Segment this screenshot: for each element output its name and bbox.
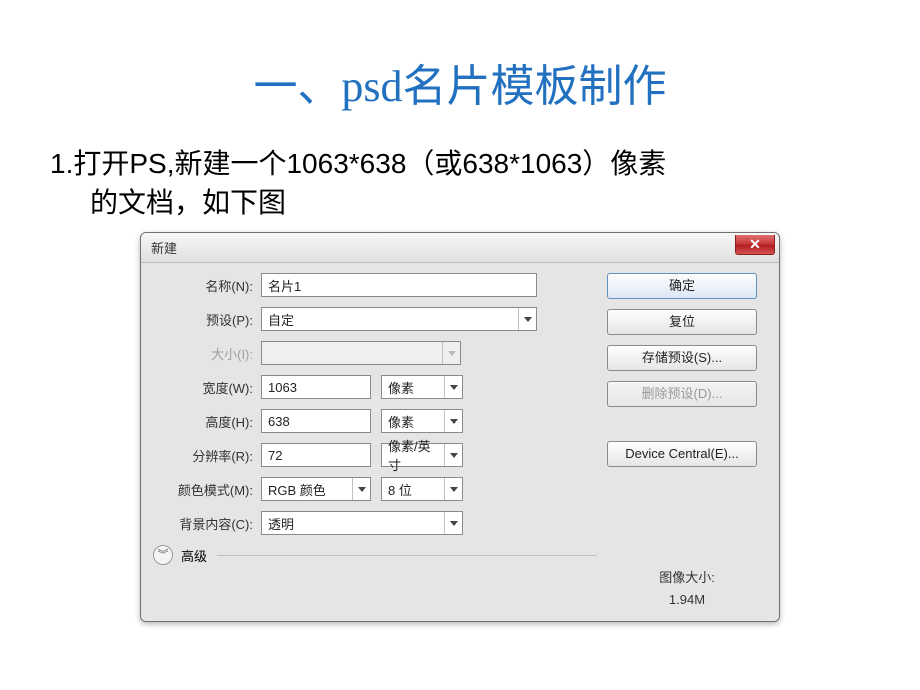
device-central-button[interactable]: Device Central(E)...	[607, 441, 757, 467]
row-color-mode: 颜色模式(M): RGB 颜色 8 位	[153, 477, 597, 501]
chevron-down-icon	[444, 410, 462, 432]
row-advanced: ︾ 高级	[153, 545, 597, 565]
ok-button[interactable]: 确定	[607, 273, 757, 299]
chevron-down-icon	[518, 308, 536, 330]
form-left-column: 名称(N): 预设(P): 自定 大小(I): 宽度(W):	[153, 273, 597, 607]
row-width: 宽度(W): 像素	[153, 375, 597, 399]
divider	[217, 555, 597, 556]
preset-value: 自定	[262, 310, 518, 329]
label-color-mode: 颜色模式(M):	[153, 480, 259, 499]
resolution-unit-value: 像素/英寸	[382, 436, 444, 474]
row-height: 高度(H): 像素	[153, 409, 597, 433]
label-size: 大小(I):	[153, 344, 259, 363]
image-size-label: 图像大小:	[607, 567, 767, 586]
button-column: 确定 复位 存储预设(S)... 删除预设(D)... Device Centr…	[607, 273, 767, 607]
slide-body-line1: 1.打开PS,新建一个1063*638（或638*1063）像素	[50, 148, 666, 179]
advanced-toggle[interactable]: ︾	[153, 545, 173, 565]
label-preset: 预设(P):	[153, 310, 259, 329]
height-unit-value: 像素	[382, 412, 444, 431]
chevron-down-icon	[352, 478, 370, 500]
slide-body: 1.打开PS,新建一个1063*638（或638*1063）像素 的文档，如下图	[0, 114, 920, 232]
chevron-down-icon	[444, 444, 462, 466]
resolution-unit-select[interactable]: 像素/英寸	[381, 443, 463, 467]
dialog-body: 名称(N): 预设(P): 自定 大小(I): 宽度(W):	[141, 263, 779, 621]
image-size-block: 图像大小: 1.94M	[607, 567, 767, 607]
new-document-dialog: 新建 ✕ 名称(N): 预设(P): 自定 大小(I):	[140, 232, 780, 622]
bit-depth-select[interactable]: 8 位	[381, 477, 463, 501]
width-input[interactable]	[261, 375, 371, 399]
chevron-down-icon	[444, 376, 462, 398]
height-unit-select[interactable]: 像素	[381, 409, 463, 433]
chevron-down-icon	[442, 342, 460, 364]
image-size-value: 1.94M	[607, 592, 767, 607]
row-size: 大小(I):	[153, 341, 597, 365]
row-resolution: 分辨率(R): 像素/英寸	[153, 443, 597, 467]
preset-select[interactable]: 自定	[261, 307, 537, 331]
row-preset: 预设(P): 自定	[153, 307, 597, 331]
color-mode-select[interactable]: RGB 颜色	[261, 477, 371, 501]
delete-preset-button: 删除预设(D)...	[607, 381, 757, 407]
bit-depth-value: 8 位	[382, 480, 444, 499]
size-select	[261, 341, 461, 365]
label-name: 名称(N):	[153, 276, 259, 295]
label-width: 宽度(W):	[153, 378, 259, 397]
slide-title: 一、psd名片模板制作	[0, 0, 920, 114]
color-mode-value: RGB 颜色	[262, 480, 352, 499]
height-input[interactable]	[261, 409, 371, 433]
width-unit-select[interactable]: 像素	[381, 375, 463, 399]
label-background: 背景内容(C):	[153, 514, 259, 533]
width-unit-value: 像素	[382, 378, 444, 397]
name-input[interactable]	[261, 273, 537, 297]
dialog-title: 新建	[151, 238, 177, 257]
background-value: 透明	[262, 514, 444, 533]
chevron-down-icon	[444, 512, 462, 534]
dialog-titlebar: 新建 ✕	[141, 233, 779, 263]
double-chevron-down-icon: ︾	[158, 552, 169, 559]
label-resolution: 分辨率(R):	[153, 446, 259, 465]
row-background: 背景内容(C): 透明	[153, 511, 597, 535]
slide-body-line2: 的文档，如下图	[50, 183, 870, 222]
label-height: 高度(H):	[153, 412, 259, 431]
background-select[interactable]: 透明	[261, 511, 463, 535]
reset-button[interactable]: 复位	[607, 309, 757, 335]
label-advanced: 高级	[181, 546, 207, 565]
resolution-input[interactable]	[261, 443, 371, 467]
save-preset-button[interactable]: 存储预设(S)...	[607, 345, 757, 371]
chevron-down-icon	[444, 478, 462, 500]
row-name: 名称(N):	[153, 273, 597, 297]
close-button[interactable]: ✕	[735, 235, 775, 255]
